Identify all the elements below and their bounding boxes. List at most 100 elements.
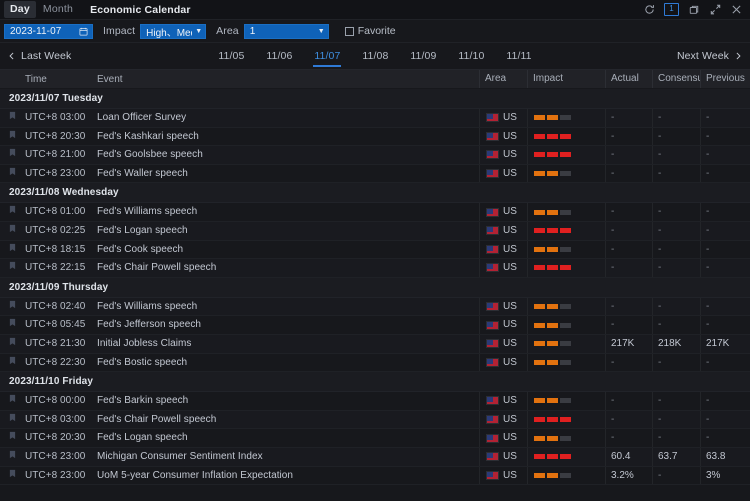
cell-area: US: [479, 429, 527, 447]
tab-month[interactable]: Month: [37, 1, 79, 18]
favorite-star-cell[interactable]: [0, 335, 20, 353]
table-row[interactable]: UTC+8 00:00Fed's Barkin speechUS---: [0, 392, 750, 411]
day-tab-1105[interactable]: 11/05: [217, 43, 245, 69]
bookmark-icon[interactable]: [9, 335, 16, 353]
restore-window-icon[interactable]: [688, 4, 700, 16]
favorite-star-cell[interactable]: [0, 146, 20, 164]
last-week-button[interactable]: Last Week: [8, 50, 71, 62]
cell-event[interactable]: Fed's Waller speech: [92, 165, 479, 183]
impact-bar: [534, 265, 545, 270]
bookmark-icon[interactable]: [9, 448, 16, 466]
bookmark-icon[interactable]: [9, 109, 16, 127]
close-icon[interactable]: [730, 4, 742, 16]
favorite-star-cell[interactable]: [0, 298, 20, 316]
cell-impact: [527, 429, 605, 447]
table-row[interactable]: UTC+8 22:30Fed's Bostic speechUS---: [0, 354, 750, 373]
table-body[interactable]: 2023/11/07 TuesdayUTC+8 03:00Loan Office…: [0, 89, 750, 491]
favorite-star-cell[interactable]: [0, 392, 20, 410]
cell-event[interactable]: Fed's Cook speech: [92, 241, 479, 259]
favorite-star-cell[interactable]: [0, 316, 20, 334]
date-picker[interactable]: 2023-11-07: [4, 24, 93, 39]
cell-impact: [527, 203, 605, 221]
expand-icon[interactable]: [709, 4, 721, 16]
area-filter-select[interactable]: 1 ▼: [244, 24, 329, 39]
table-row[interactable]: UTC+8 21:00Fed's Goolsbee speechUS---: [0, 146, 750, 165]
window-count-badge[interactable]: 1: [664, 3, 679, 16]
cell-event[interactable]: Fed's Williams speech: [92, 203, 479, 221]
day-tab-1109[interactable]: 11/09: [409, 43, 437, 69]
favorite-star-cell[interactable]: [0, 241, 20, 259]
cell-impact: [527, 411, 605, 429]
table-row[interactable]: UTC+8 02:25Fed's Logan speechUS---: [0, 222, 750, 241]
day-tab-1107[interactable]: 11/07: [313, 43, 341, 69]
cell-event[interactable]: Fed's Bostic speech: [92, 354, 479, 372]
next-week-button[interactable]: Next Week: [677, 50, 742, 62]
favorite-star-cell[interactable]: [0, 467, 20, 485]
bookmark-icon[interactable]: [9, 222, 16, 240]
bookmark-icon[interactable]: [9, 259, 16, 277]
table-row[interactable]: UTC+8 23:00UoM 5-year Consumer Inflation…: [0, 467, 750, 486]
cell-event[interactable]: Fed's Logan speech: [92, 429, 479, 447]
cell-event[interactable]: Michigan Consumer Sentiment Index: [92, 448, 479, 466]
chevron-left-icon: [8, 52, 16, 60]
refresh-icon[interactable]: [643, 4, 655, 16]
bookmark-icon[interactable]: [9, 316, 16, 334]
favorite-star-cell[interactable]: [0, 411, 20, 429]
favorite-star-cell[interactable]: [0, 109, 20, 127]
cell-event[interactable]: Loan Officer Survey: [92, 109, 479, 127]
cell-event[interactable]: Fed's Jefferson speech: [92, 316, 479, 334]
impact-filter-select[interactable]: High、Medi... ▼: [140, 24, 206, 39]
bookmark-icon[interactable]: [9, 354, 16, 372]
favorite-filter[interactable]: Favorite: [345, 25, 396, 37]
day-tab-1111[interactable]: 11/11: [505, 43, 532, 69]
bookmark-icon[interactable]: [9, 203, 16, 221]
favorite-checkbox[interactable]: [345, 27, 354, 36]
table-row[interactable]: UTC+8 22:15Fed's Chair Powell speechUS--…: [0, 259, 750, 278]
table-row[interactable]: UTC+8 20:30Fed's Logan speechUS---: [0, 429, 750, 448]
table-row[interactable]: UTC+8 21:30Initial Jobless ClaimsUS217K2…: [0, 335, 750, 354]
cell-event[interactable]: Fed's Williams speech: [92, 298, 479, 316]
cell-previous: -: [700, 128, 750, 146]
day-tab-1106[interactable]: 11/06: [265, 43, 293, 69]
table-row[interactable]: UTC+8 03:00Loan Officer SurveyUS---: [0, 109, 750, 128]
cell-event[interactable]: Fed's Logan speech: [92, 222, 479, 240]
cell-event[interactable]: UoM 5-year Consumer Inflation Expectatio…: [92, 467, 479, 485]
favorite-star-cell[interactable]: [0, 448, 20, 466]
favorite-star-cell[interactable]: [0, 429, 20, 447]
favorite-star-cell[interactable]: [0, 222, 20, 240]
bookmark-icon[interactable]: [9, 146, 16, 164]
bookmark-icon[interactable]: [9, 128, 16, 146]
favorite-star-cell[interactable]: [0, 203, 20, 221]
table-row[interactable]: UTC+8 23:00Michigan Consumer Sentiment I…: [0, 448, 750, 467]
bookmark-icon[interactable]: [9, 298, 16, 316]
day-tab-1110[interactable]: 11/10: [457, 43, 485, 69]
tab-day[interactable]: Day: [4, 1, 36, 18]
day-tab-1108[interactable]: 11/08: [361, 43, 389, 69]
bookmark-icon[interactable]: [9, 411, 16, 429]
table-row[interactable]: UTC+8 20:30Fed's Kashkari speechUS---: [0, 128, 750, 147]
bookmark-icon[interactable]: [9, 429, 16, 447]
bookmark-icon[interactable]: [9, 467, 16, 485]
table-row[interactable]: UTC+8 01:00Fed's Williams speechUS---: [0, 203, 750, 222]
favorite-star-cell[interactable]: [0, 165, 20, 183]
table-row[interactable]: UTC+8 03:00Fed's Chair Powell speechUS--…: [0, 411, 750, 430]
cell-event[interactable]: Fed's Chair Powell speech: [92, 259, 479, 277]
table-row[interactable]: UTC+8 05:45Fed's Jefferson speechUS---: [0, 316, 750, 335]
cell-event[interactable]: Fed's Kashkari speech: [92, 128, 479, 146]
cell-event[interactable]: Initial Jobless Claims: [92, 335, 479, 353]
table-row[interactable]: UTC+8 02:40Fed's Williams speechUS---: [0, 298, 750, 317]
cell-area: US: [479, 128, 527, 146]
favorite-star-cell[interactable]: [0, 354, 20, 372]
table-row[interactable]: UTC+8 18:15Fed's Cook speechUS---: [0, 241, 750, 260]
bookmark-icon[interactable]: [9, 241, 16, 259]
cell-time: UTC+8 23:00: [20, 165, 92, 183]
cell-event[interactable]: Fed's Chair Powell speech: [92, 411, 479, 429]
impact-bar: [547, 228, 558, 233]
table-row[interactable]: UTC+8 23:00Fed's Waller speechUS---: [0, 165, 750, 184]
bookmark-icon[interactable]: [9, 392, 16, 410]
favorite-star-cell[interactable]: [0, 128, 20, 146]
favorite-star-cell[interactable]: [0, 259, 20, 277]
cell-event[interactable]: Fed's Barkin speech: [92, 392, 479, 410]
cell-event[interactable]: Fed's Goolsbee speech: [92, 146, 479, 164]
bookmark-icon[interactable]: [9, 165, 16, 183]
